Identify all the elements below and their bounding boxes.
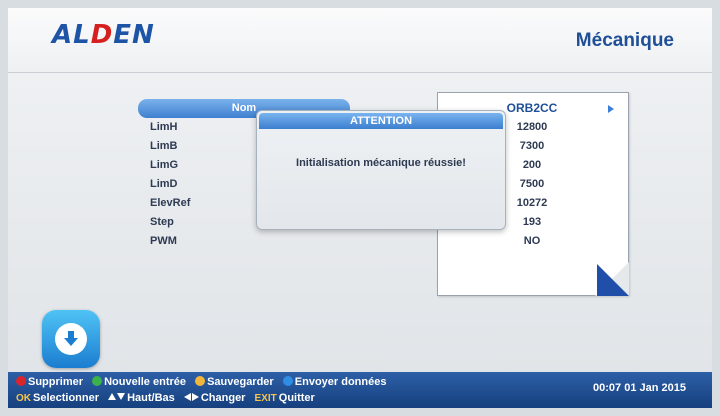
ok-key-icon: OK <box>16 393 31 404</box>
red-button-icon <box>16 376 26 386</box>
param-row-pwm[interactable]: PWM <box>138 232 350 251</box>
legend-exit-quit[interactable]: EXIT Quitter <box>255 392 315 404</box>
attention-dialog: ATTENTION Initialisation mécanique réuss… <box>256 110 506 230</box>
legend-left-right[interactable]: Changer <box>183 392 249 404</box>
datetime-display: 00:07 01 Jan 2015 <box>593 382 686 394</box>
download-icon <box>55 323 87 355</box>
footer-bar: Supprimer Nouvelle entrée Sauvegarder En… <box>8 372 712 408</box>
legend-ok-select[interactable]: OK Selectionner <box>16 392 102 404</box>
green-button-icon <box>92 376 103 386</box>
page-fold-corner <box>597 264 629 296</box>
blue-button-icon <box>282 376 293 386</box>
arrow-up-icon <box>108 393 117 400</box>
legend-red-delete[interactable]: Supprimer <box>16 376 86 388</box>
arrow-right-icon[interactable] <box>608 105 614 113</box>
color-key-legend: Supprimer Nouvelle entrée Sauvegarder En… <box>16 374 392 390</box>
value-pwm[interactable]: NO <box>482 232 582 251</box>
header: ALDEN Mécanique <box>8 8 712 73</box>
exit-key-icon: EXIT <box>254 393 277 404</box>
yellow-button-icon <box>195 376 206 386</box>
arrow-right-key-icon <box>191 393 199 401</box>
legend-yellow-save[interactable]: Sauvegarder <box>195 376 277 388</box>
legend-green-new[interactable]: Nouvelle entrée <box>92 376 189 388</box>
page-title: Mécanique <box>575 30 674 51</box>
download-badge <box>42 310 100 368</box>
arrow-left-icon <box>183 393 191 401</box>
legend-blue-send[interactable]: Envoyer données <box>282 376 386 388</box>
legend-up-down[interactable]: Haut/Bas <box>108 392 178 404</box>
alden-logo: ALDEN <box>52 20 155 50</box>
dialog-message: Initialisation mécanique réussie! <box>296 157 466 169</box>
tv-screen: ALDEN Mécanique Nom LimH LimB LimG LimD … <box>8 8 712 408</box>
arrow-down-icon <box>117 393 126 400</box>
nav-key-legend: OK Selectionner Haut/Bas Changer EXIT Quit… <box>16 390 321 406</box>
dialog-title: ATTENTION <box>259 113 503 129</box>
